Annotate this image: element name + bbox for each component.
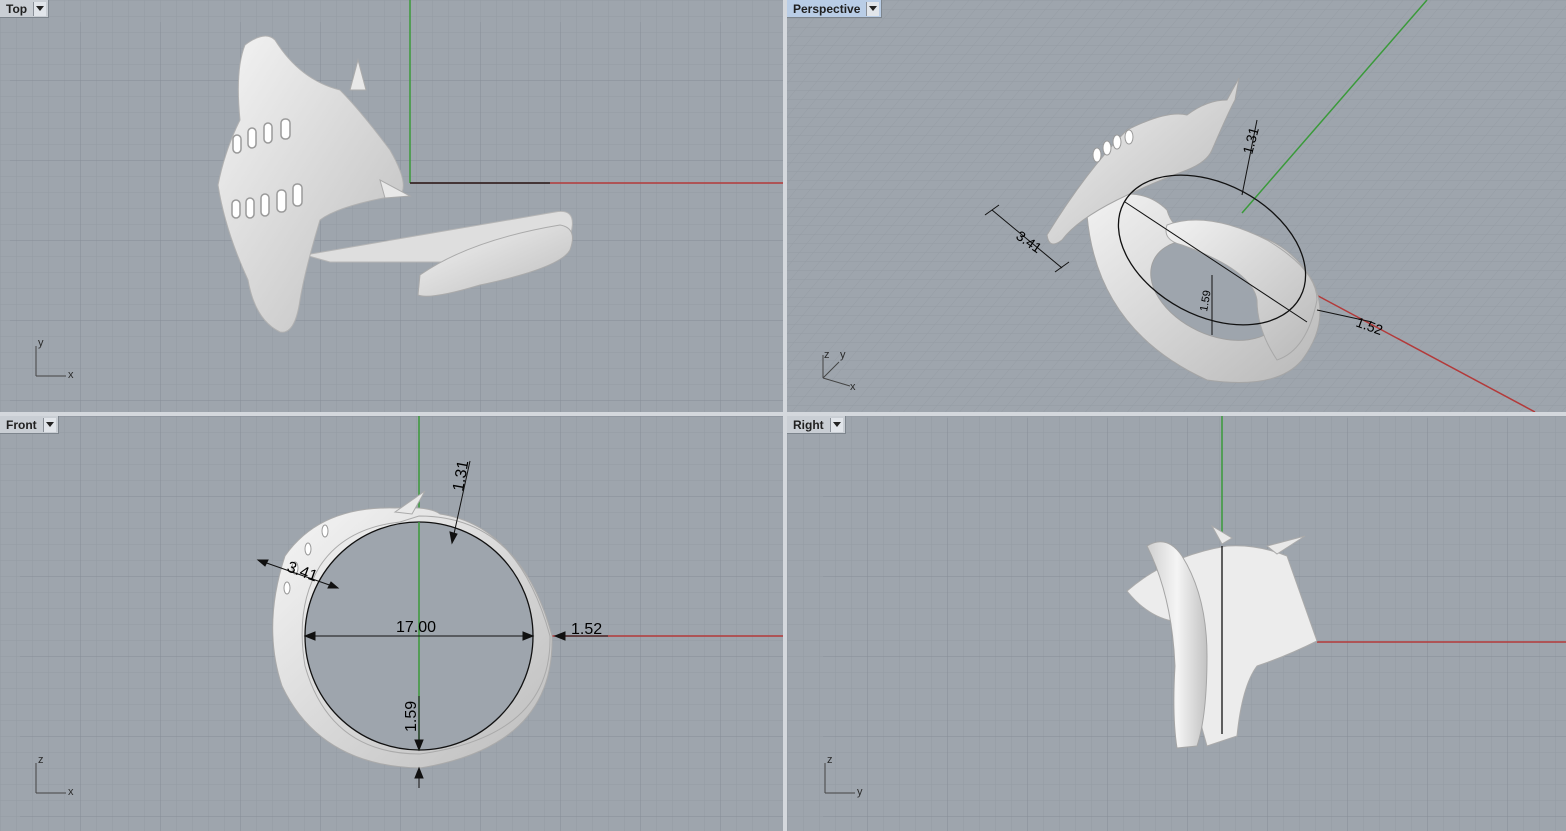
axis-label-y: y <box>840 349 846 361</box>
viewport-tab-perspective[interactable]: Perspective <box>787 0 883 18</box>
dim-band-bottom: 1.59 <box>403 701 420 732</box>
viewport-right[interactable]: z y Right <box>787 416 1566 831</box>
axis-label-horizontal: x <box>68 369 74 381</box>
viewport-title: Front <box>6 417 37 432</box>
viewport-front[interactable]: 17.00 1.52 3.41 1.31 1.59 z x Front <box>0 416 783 831</box>
axis-label-x: x <box>850 381 856 393</box>
grid-major <box>10 22 783 412</box>
viewport-top-canvas[interactable]: y x <box>0 0 783 412</box>
viewport-top[interactable]: y x Top <box>0 0 783 412</box>
viewport-front-canvas[interactable]: 17.00 1.52 3.41 1.31 1.59 z x <box>0 416 783 831</box>
viewport-tab-top[interactable]: Top <box>0 0 50 18</box>
viewport-perspective-canvas[interactable]: 3.41 1.31 1.59 1.52 z y x <box>787 0 1566 412</box>
viewport-tab-right[interactable]: Right <box>787 416 846 434</box>
axis-label-vertical: z <box>38 754 44 766</box>
axis-label-vertical: y <box>38 337 44 349</box>
viewport-title: Top <box>6 1 28 16</box>
chevron-down-icon[interactable] <box>829 417 843 432</box>
axis-label-z: z <box>824 349 830 361</box>
chevron-down-icon[interactable] <box>33 1 47 16</box>
viewport-right-canvas[interactable]: z y <box>787 416 1566 831</box>
viewport-perspective[interactable]: 3.41 1.31 1.59 1.52 z y x Perspective <box>787 0 1566 412</box>
viewport-tab-front[interactable]: Front <box>0 416 59 434</box>
dim-inner-diameter: 17.00 <box>396 619 436 636</box>
axis-label-horizontal: x <box>68 786 74 798</box>
dim-band-side: 1.52 <box>571 621 602 638</box>
axis-label-horizontal: y <box>857 786 863 798</box>
chevron-down-icon[interactable] <box>866 1 880 16</box>
axis-label-vertical: z <box>827 754 833 766</box>
chevron-down-icon[interactable] <box>42 417 56 432</box>
viewport-title: Right <box>793 417 824 432</box>
viewport-title: Perspective <box>793 1 861 16</box>
